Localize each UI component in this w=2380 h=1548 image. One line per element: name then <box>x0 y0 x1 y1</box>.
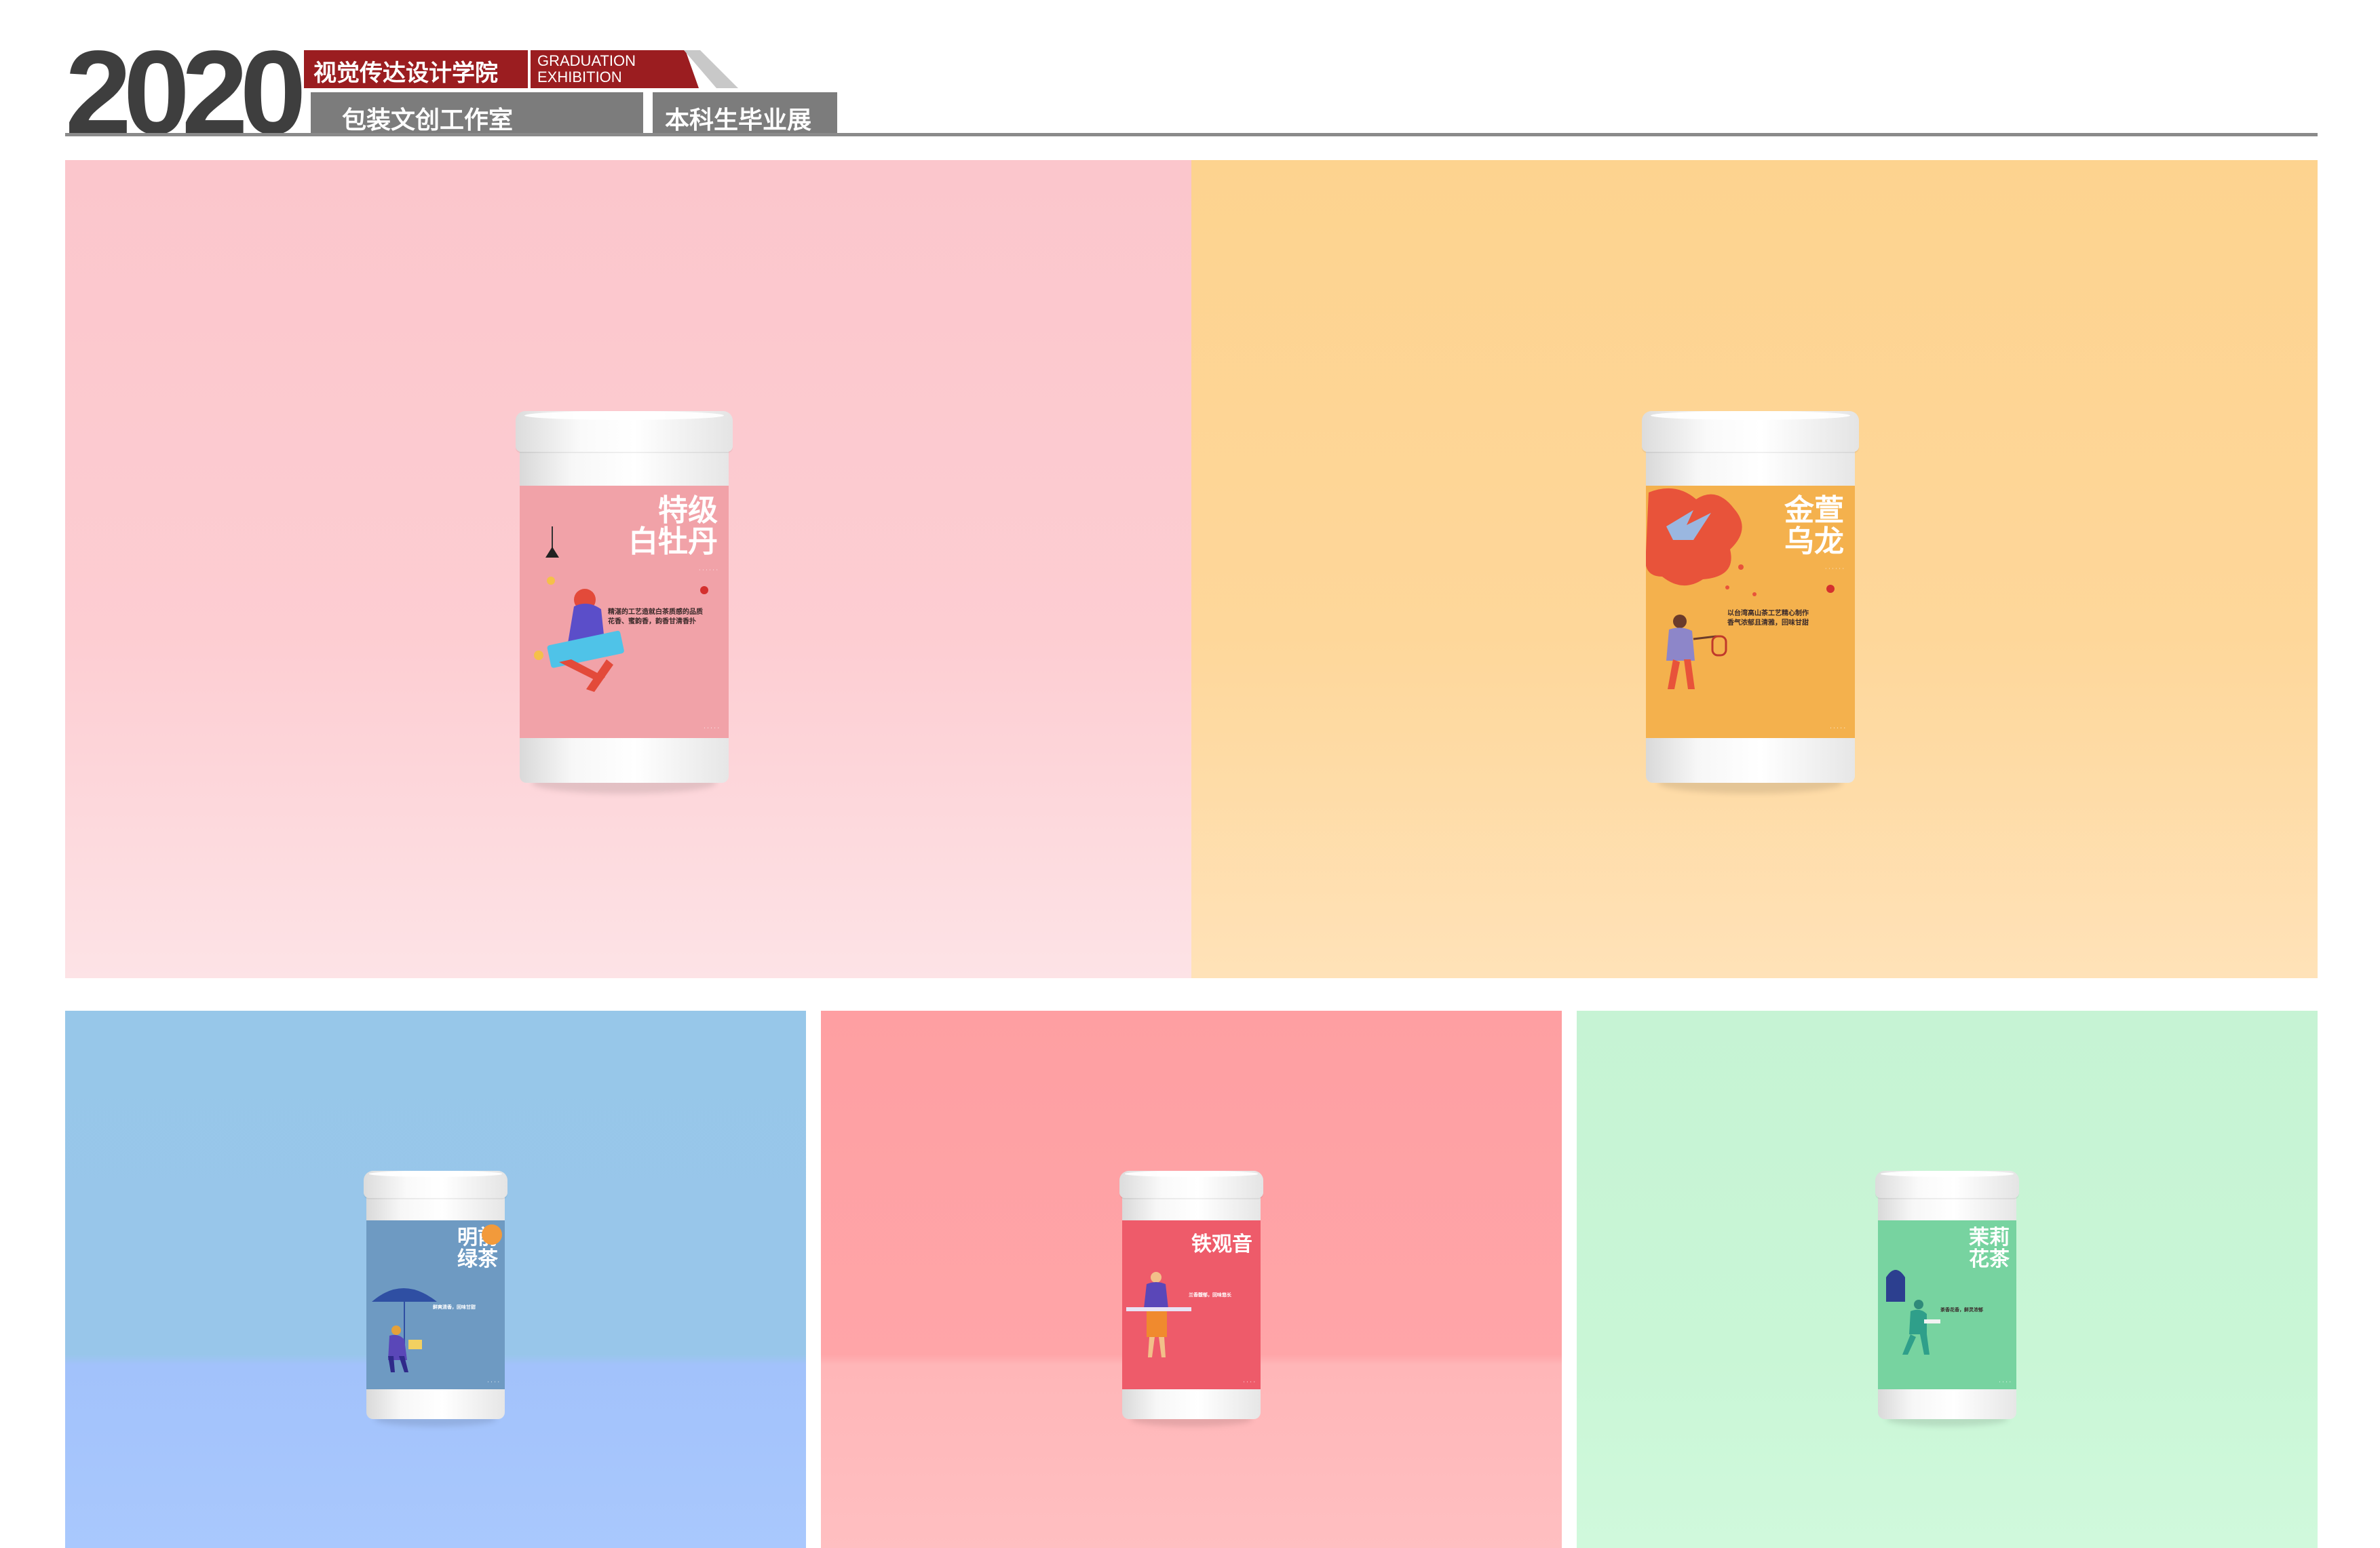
school-name: 视觉传达设计学院 <box>313 60 498 87</box>
can-label: 铁观音 兰香馥郁，回味悠长 · · · · <box>1122 1220 1261 1390</box>
can-label: 明前 绿茶 鲜爽清香，回味甘甜 · · · · <box>366 1220 505 1390</box>
can-label: 金萱 乌龙 · · · · · · 以台湾高山茶工艺精心制作 香气浓郁且清雅，回… <box>1646 485 1855 739</box>
reading-person-illustration <box>534 526 624 692</box>
red-seal-dot <box>1826 584 1835 593</box>
red-seal-dot <box>700 585 708 594</box>
desc-line: 茶香花香，鲜灵浓郁 <box>1940 1307 1983 1313</box>
tea-can: 特级 白牡丹 · · · · · · 精湛的工艺造就白茶质感的品质 花香、蜜韵香… <box>515 411 733 794</box>
product-title: 茉莉 花茶 <box>1969 1227 2010 1270</box>
tea-can: 金萱 乌龙 · · · · · · 以台湾高山茶工艺精心制作 香气浓郁且清雅，回… <box>1641 411 1860 794</box>
year-logo: 2020 <box>65 26 307 159</box>
label-subtitle: · · · · · · <box>699 566 718 573</box>
title-line: 铁观音 <box>1191 1233 1252 1257</box>
label-subtitle: · · · · · · <box>1825 565 1844 572</box>
graduation-text: GRADUATION <box>537 52 636 69</box>
can-lid <box>515 411 733 452</box>
can-lid <box>1875 1171 2020 1199</box>
product-panel-jinxuan-oolong: 金萱 乌龙 · · · · · · 以台湾高山茶工艺精心制作 香气浓郁且清雅，回… <box>1191 160 2318 978</box>
can-lid <box>363 1171 508 1199</box>
title-line: 白牡丹 <box>628 524 718 559</box>
tea-can: 铁观音 兰香馥郁，回味悠长 · · · · <box>1119 1171 1264 1427</box>
product-panel-jasmine-tea: 茉莉 花茶 茶香花香，鲜灵浓郁 · · · · <box>1577 1011 2318 1548</box>
product-title: 铁观音 <box>1191 1234 1252 1256</box>
can-label: 特级 白牡丹 · · · · · · 精湛的工艺造就白茶质感的品质 花香、蜜韵香… <box>520 485 729 739</box>
title-line: 茉莉 <box>1969 1226 2010 1250</box>
net-weight-label: · · · · · <box>1830 725 1845 732</box>
studio-name: 包装文创工作室 <box>342 107 514 134</box>
product-title: 特级 白牡丹 <box>628 495 718 558</box>
title-line: 特级 <box>658 492 718 528</box>
show-block: 本科生毕业展 <box>653 92 837 134</box>
product-description: 茶香花香，鲜灵浓郁 <box>1940 1307 1983 1314</box>
title-line: 绿茶 <box>457 1247 498 1271</box>
product-panel-green-tea: 明前 绿茶 鲜爽清香，回味甘甜 · · · · <box>65 1011 806 1548</box>
title-line: 乌龙 <box>1784 524 1844 559</box>
graduation-exhibition-block: GRADUATION EXHIBITION <box>531 50 699 88</box>
show-name: 本科生毕业展 <box>665 107 812 134</box>
tea-can: 明前 绿茶 鲜爽清香，回味甘甜 · · · · <box>363 1171 508 1427</box>
can-lid <box>1641 411 1860 452</box>
net-weight-label: · · · · <box>487 1379 499 1386</box>
studio-block: 包装文创工作室 <box>311 92 643 134</box>
header-rule <box>65 133 2318 136</box>
window-sitting-person-illustration <box>1886 1270 1940 1355</box>
can-lid <box>1119 1171 1264 1199</box>
product-panel-white-peony: 特级 白牡丹 · · · · · · 精湛的工艺造就白茶质感的品质 花香、蜜韵香… <box>65 160 1191 978</box>
umbrella-person-illustration <box>372 1288 437 1373</box>
net-weight-label: · · · · <box>1243 1379 1255 1386</box>
title-line: 金萱 <box>1784 492 1844 528</box>
product-panel-tieguanyin: 铁观音 兰香馥郁，回味悠长 · · · · <box>821 1011 1562 1548</box>
tea-server-illustration <box>1126 1272 1191 1358</box>
tea-can: 茉莉 花茶 茶香花香，鲜灵浓郁 · · · · <box>1875 1171 2020 1427</box>
school-name-block: 视觉传达设计学院 <box>304 50 528 88</box>
cloud-dragon-illustration <box>1646 488 1757 689</box>
title-line: 花茶 <box>1969 1247 2010 1271</box>
exhibition-text: EXHIBITION <box>537 69 622 85</box>
product-title: 金萱 乌龙 <box>1784 495 1844 558</box>
desc-line: 兰香馥郁，回味悠长 <box>1189 1292 1231 1298</box>
can-label: 茉莉 花茶 茶香花香，鲜灵浓郁 · · · · <box>1878 1220 2016 1390</box>
product-description: 兰香馥郁，回味悠长 <box>1189 1292 1231 1299</box>
net-weight-label: · · · · <box>1999 1379 2011 1386</box>
sun-decoration <box>482 1224 502 1245</box>
net-weight-label: · · · · · <box>704 725 719 732</box>
